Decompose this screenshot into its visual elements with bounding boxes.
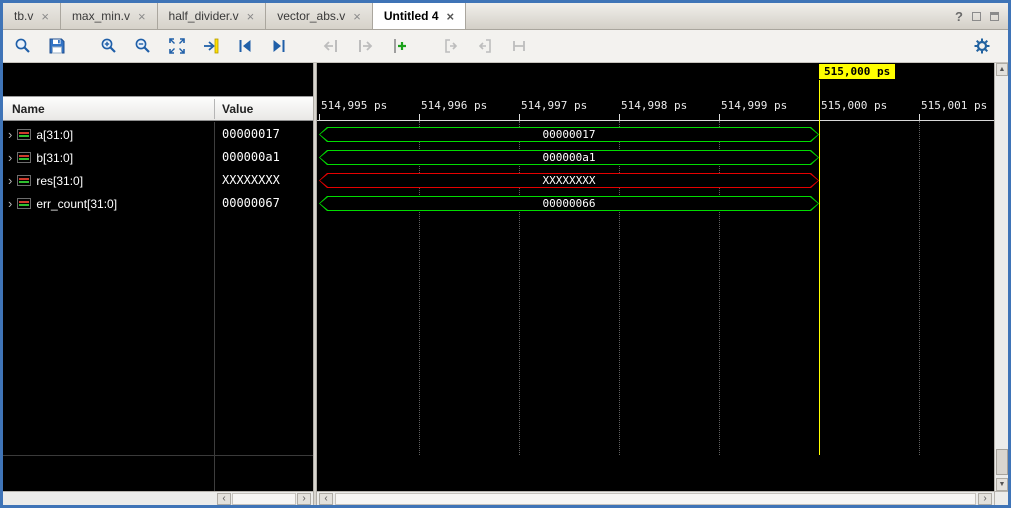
- signal-name: err_count[31:0]: [36, 197, 117, 211]
- wave-bus-err-count[interactable]: 00000066: [319, 196, 819, 211]
- bus-value-label: 00000017: [319, 127, 819, 142]
- column-header-value[interactable]: Value: [222, 97, 253, 121]
- help-icon[interactable]: ?: [955, 9, 963, 24]
- tab-label: Untitled 4: [384, 9, 439, 23]
- signal-panel-hscrollbar[interactable]: ‹ ›: [3, 491, 313, 505]
- gridline: [519, 121, 520, 455]
- scroll-down-icon[interactable]: ▼: [996, 478, 1008, 491]
- next-marker-icon[interactable]: [355, 36, 375, 56]
- wave-bus-b[interactable]: 000000a1: [319, 150, 819, 165]
- settings-gear-icon[interactable]: [972, 36, 992, 56]
- signal-name: res[31:0]: [36, 174, 83, 188]
- waveform-canvas[interactable]: 515,000 ps 514,995 ps 514,996 ps 514,997…: [317, 63, 994, 505]
- signal-name: b[31:0]: [36, 151, 73, 165]
- scroll-up-icon[interactable]: ▲: [996, 63, 1008, 76]
- waveform-window: tb.v × max_min.v × half_divider.v × vect…: [0, 0, 1011, 508]
- wave-bus-a[interactable]: 00000017: [319, 127, 819, 142]
- panel-divider-line: [3, 455, 313, 456]
- previous-transition-icon[interactable]: [235, 36, 255, 56]
- tab-label: vector_abs.v: [277, 9, 345, 23]
- signal-value: 000000a1: [222, 146, 280, 169]
- wave-toolbar: [3, 30, 1008, 63]
- time-axis: 514,995 ps 514,996 ps 514,997 ps 514,998…: [317, 81, 994, 121]
- tab-label: max_min.v: [72, 9, 130, 23]
- signal-icon: [17, 152, 31, 163]
- goto-next-marker-icon[interactable]: [475, 36, 495, 56]
- signal-icon: [17, 175, 31, 186]
- close-icon[interactable]: ×: [247, 10, 255, 23]
- signal-value: 00000017: [222, 123, 280, 146]
- bus-value-label: 00000066: [319, 196, 819, 211]
- scroll-left-icon[interactable]: ‹: [319, 493, 333, 505]
- signal-row-err-count[interactable]: › err_count[31:0] 00000067: [3, 192, 313, 215]
- bus-value-label: 000000a1: [319, 150, 819, 165]
- expand-icon[interactable]: ›: [8, 152, 12, 164]
- float-window-icon[interactable]: [972, 12, 981, 21]
- signal-row-res[interactable]: › res[31:0] XXXXXXXX: [3, 169, 313, 192]
- goto-previous-marker-icon[interactable]: [441, 36, 461, 56]
- signal-panel: Name Value › a[31:0] 00000017 › b[31:0] …: [3, 63, 313, 505]
- tab-label: half_divider.v: [169, 9, 239, 23]
- close-icon[interactable]: ×: [353, 10, 361, 23]
- tab-label: tb.v: [14, 9, 33, 23]
- expand-icon[interactable]: ›: [8, 175, 12, 187]
- column-header-name[interactable]: Name: [12, 97, 45, 121]
- scroll-right-icon[interactable]: ›: [297, 493, 311, 505]
- maximize-window-icon[interactable]: [990, 12, 999, 21]
- scrollbar-track[interactable]: [232, 493, 296, 505]
- expand-icon[interactable]: ›: [8, 198, 12, 210]
- tab-tb-v[interactable]: tb.v ×: [3, 3, 61, 29]
- wave-bus-res[interactable]: XXXXXXXX: [319, 173, 819, 188]
- search-icon[interactable]: [13, 36, 33, 56]
- cursor-time-badge[interactable]: 515,000 ps: [819, 64, 895, 79]
- signal-row-b[interactable]: › b[31:0] 000000a1: [3, 146, 313, 169]
- gridline: [919, 121, 920, 455]
- fit-between-markers-icon[interactable]: [509, 36, 529, 56]
- tab-untitled-4[interactable]: Untitled 4 ×: [373, 3, 466, 29]
- bus-value-label: XXXXXXXX: [319, 173, 819, 188]
- time-cursor-line[interactable]: [819, 80, 820, 455]
- scroll-left-icon[interactable]: ‹: [217, 493, 231, 505]
- save-icon[interactable]: [47, 36, 67, 56]
- close-icon[interactable]: ×: [41, 10, 49, 23]
- signal-row-a[interactable]: › a[31:0] 00000017: [3, 123, 313, 146]
- tabbar-controls: ?: [955, 3, 1008, 29]
- previous-marker-icon[interactable]: [321, 36, 341, 56]
- signal-table-header: Name Value: [3, 96, 313, 121]
- signal-value: XXXXXXXX: [222, 169, 280, 192]
- expand-icon[interactable]: ›: [8, 129, 12, 141]
- waveform-vscrollbar[interactable]: ▲ ▼: [994, 63, 1008, 491]
- scrollbar-thumb[interactable]: [996, 449, 1008, 475]
- tab-max-min-v[interactable]: max_min.v ×: [61, 3, 158, 29]
- close-icon[interactable]: ×: [138, 10, 146, 23]
- gridline: [719, 121, 720, 455]
- zoom-out-icon[interactable]: [133, 36, 153, 56]
- tab-half-divider-v[interactable]: half_divider.v ×: [158, 3, 267, 29]
- tab-bar: tb.v × max_min.v × half_divider.v × vect…: [3, 3, 1008, 30]
- next-transition-icon[interactable]: [269, 36, 289, 56]
- signal-icon: [17, 198, 31, 209]
- zoom-to-cursor-icon[interactable]: [201, 36, 221, 56]
- column-divider[interactable]: [214, 99, 215, 119]
- zoom-in-icon[interactable]: [99, 36, 119, 56]
- zoom-fit-icon[interactable]: [167, 36, 187, 56]
- signal-value: 00000067: [222, 192, 280, 215]
- add-marker-icon[interactable]: [389, 36, 409, 56]
- gridline: [619, 121, 620, 455]
- signal-name: a[31:0]: [36, 128, 73, 142]
- signal-icon: [17, 129, 31, 140]
- tab-vector-abs-v[interactable]: vector_abs.v ×: [266, 3, 373, 29]
- scroll-right-icon[interactable]: ›: [978, 493, 992, 505]
- gridline: [419, 121, 420, 455]
- scrollbar-track[interactable]: [335, 493, 976, 505]
- scrollbar-corner: [994, 491, 1008, 505]
- waveform-hscrollbar[interactable]: ‹ ›: [317, 491, 994, 505]
- close-icon[interactable]: ×: [447, 10, 455, 23]
